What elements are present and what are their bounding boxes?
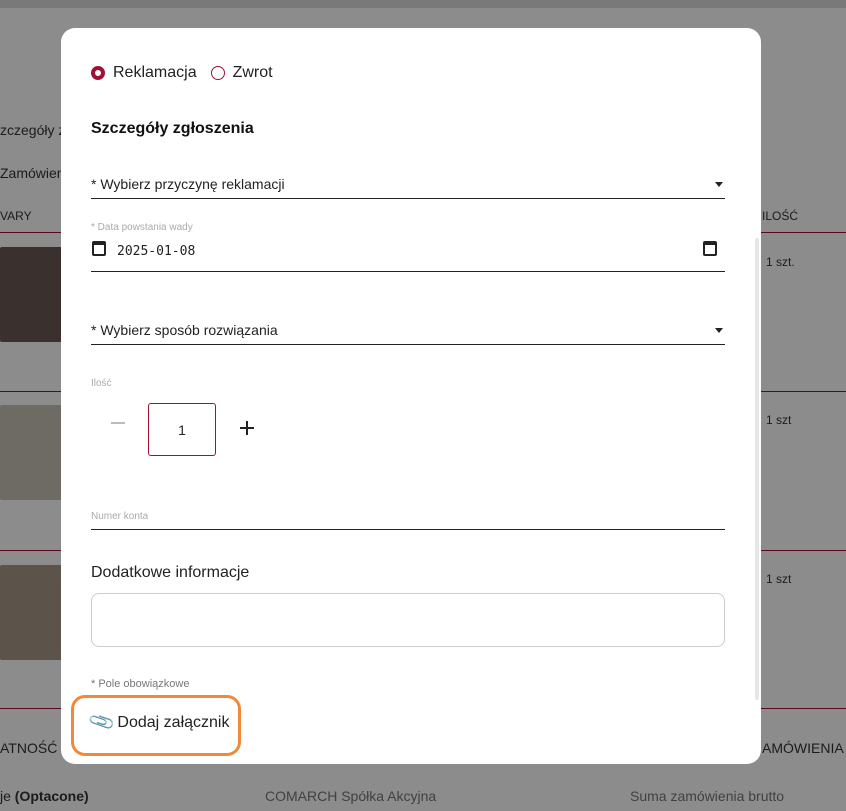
required-note: * Pole obowiązkowe <box>91 678 190 690</box>
account-number-input[interactable] <box>91 505 725 530</box>
radio-reklamacja-label[interactable]: Reklamacja <box>113 64 197 82</box>
decrement-button[interactable] <box>111 422 125 424</box>
extra-info-title: Dodatkowe informacje <box>91 564 250 581</box>
caret-down-icon <box>715 182 723 187</box>
reason-select[interactable]: * Wybierz przyczynę reklamacji <box>91 170 725 199</box>
defect-date-input[interactable]: 2025-01-08 <box>91 233 725 272</box>
scrollbar[interactable] <box>755 238 759 700</box>
caret-down-icon <box>715 328 723 333</box>
request-type-group: Reklamacja Zwrot <box>91 64 287 82</box>
quantity-label: Ilość <box>91 378 112 389</box>
radio-zwrot-label[interactable]: Zwrot <box>233 64 273 82</box>
date-label: * Data powstania wady <box>91 222 193 233</box>
section-title: Szczegóły zgłoszenia <box>91 120 254 137</box>
reason-select-value: * Wybierz przyczynę reklamacji <box>91 176 285 192</box>
quantity-input[interactable]: 1 <box>148 403 216 456</box>
date-value: 2025-01-08 <box>117 244 196 259</box>
attachment-highlight <box>71 695 241 756</box>
radio-reklamacja[interactable] <box>91 66 105 80</box>
resolution-select-value: * Wybierz sposób rozwiązania <box>91 322 278 338</box>
calendar-picker-icon[interactable] <box>703 241 717 256</box>
increment-button[interactable] <box>240 421 254 435</box>
complaint-modal: Reklamacja Zwrot Szczegóły zgłoszenia * … <box>61 28 761 764</box>
resolution-select[interactable]: * Wybierz sposób rozwiązania <box>91 316 725 345</box>
extra-info-textarea[interactable] <box>91 593 725 647</box>
radio-zwrot[interactable] <box>210 66 225 80</box>
calendar-icon <box>92 241 106 256</box>
